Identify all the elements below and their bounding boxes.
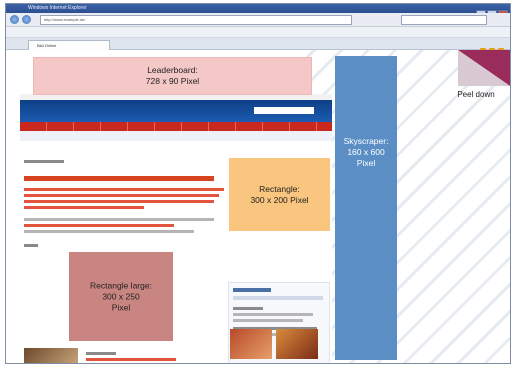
nav-item[interactable] — [128, 122, 155, 131]
teaser-image[interactable] — [230, 329, 272, 359]
widget-text-line — [233, 319, 303, 322]
article-text-line — [24, 188, 224, 191]
back-icon[interactable] — [10, 15, 19, 24]
teaser-image[interactable] — [276, 329, 318, 359]
widget-text-line — [233, 313, 313, 316]
skyscraper-unit: Pixel — [356, 158, 376, 168]
article-link-line[interactable] — [24, 230, 194, 233]
tab-active[interactable]: Bild Online — [28, 40, 110, 50]
nav-item[interactable] — [47, 122, 74, 131]
search-input[interactable] — [401, 15, 487, 25]
teaser-image[interactable] — [24, 348, 78, 363]
rectangle-large-size: 300 x 250 — [102, 291, 140, 301]
teaser-text-line — [86, 352, 116, 355]
rectangle-large-ad[interactable]: Rectangle large: 300 x 250 Pixel — [69, 252, 173, 341]
rectangle-size: 300 x 200 Pixel — [250, 194, 309, 205]
nav-item[interactable] — [209, 122, 236, 131]
leaderboard-name: Leaderboard: — [147, 65, 198, 75]
teaser-text-line[interactable] — [86, 358, 176, 361]
article-link-line[interactable] — [24, 224, 174, 227]
menu-bar — [6, 27, 510, 38]
skyscraper-name: Skyscraper: — [343, 136, 389, 146]
nav-item[interactable] — [74, 122, 101, 131]
tab-label: Bild Online — [37, 43, 57, 48]
article-headline[interactable] — [24, 176, 214, 181]
navigation-bar: http://www.example.de/ — [6, 13, 510, 27]
article-text-line — [24, 206, 144, 209]
rectangle-large-unit: Pixel — [111, 302, 131, 312]
peel-down-fold — [458, 50, 510, 86]
browser-window: Windows Internet Explorer http://www.exa… — [5, 3, 511, 364]
article-text-line — [24, 194, 219, 197]
nav-item[interactable] — [236, 122, 263, 131]
widget-tabs[interactable] — [233, 296, 323, 300]
article-text-line — [24, 200, 214, 203]
widget-title — [233, 288, 271, 292]
site-search-input[interactable] — [254, 107, 314, 114]
nav-item[interactable] — [263, 122, 290, 131]
address-bar[interactable]: http://www.example.de/ — [40, 15, 352, 25]
rectangle-name: Rectangle: — [259, 183, 300, 194]
rectangle-large-label: Rectangle large: 300 x 250 Pixel — [69, 280, 173, 313]
leaderboard-label: Leaderboard: 728 x 90 Pixel — [34, 65, 311, 87]
skyscraper-size: 160 x 600 — [347, 147, 385, 157]
rectangle-ad[interactable]: Rectangle: 300 x 200 Pixel — [229, 158, 330, 231]
leaderboard-ad[interactable]: Leaderboard: 728 x 90 Pixel — [33, 57, 312, 95]
widget-text-line — [233, 307, 263, 310]
peel-down-label: Peel down — [457, 90, 495, 99]
skyscraper-label: Skyscraper: 160 x 600 Pixel — [335, 136, 397, 169]
skyscraper-ad[interactable]: Skyscraper: 160 x 600 Pixel — [335, 56, 397, 360]
window-title: Windows Internet Explorer — [28, 5, 87, 11]
nav-item[interactable] — [101, 122, 128, 131]
rectangle-label: Rectangle: 300 x 200 Pixel — [229, 184, 330, 206]
nav-item[interactable] — [155, 122, 182, 131]
nav-item[interactable] — [20, 122, 47, 131]
leaderboard-size: 728 x 90 Pixel — [145, 76, 200, 86]
tab-bar: Bild Online — [6, 38, 510, 54]
article-link-line[interactable] — [24, 218, 214, 221]
site-header — [20, 100, 332, 122]
site-subnavigation — [20, 131, 332, 141]
url-text: http://www.example.de/ — [44, 17, 86, 22]
nav-item[interactable] — [182, 122, 209, 131]
peel-down-ad[interactable] — [458, 50, 510, 86]
page-viewport: Leaderboard: 728 x 90 Pixel Skyscraper: … — [6, 50, 510, 363]
nav-item[interactable] — [290, 122, 317, 131]
rectangle-large-name: Rectangle large: — [90, 280, 152, 290]
site-navigation — [20, 122, 332, 131]
section-label — [24, 160, 64, 163]
title-bar: Windows Internet Explorer — [6, 4, 510, 18]
forward-icon[interactable] — [22, 15, 31, 24]
section-label — [24, 244, 38, 247]
